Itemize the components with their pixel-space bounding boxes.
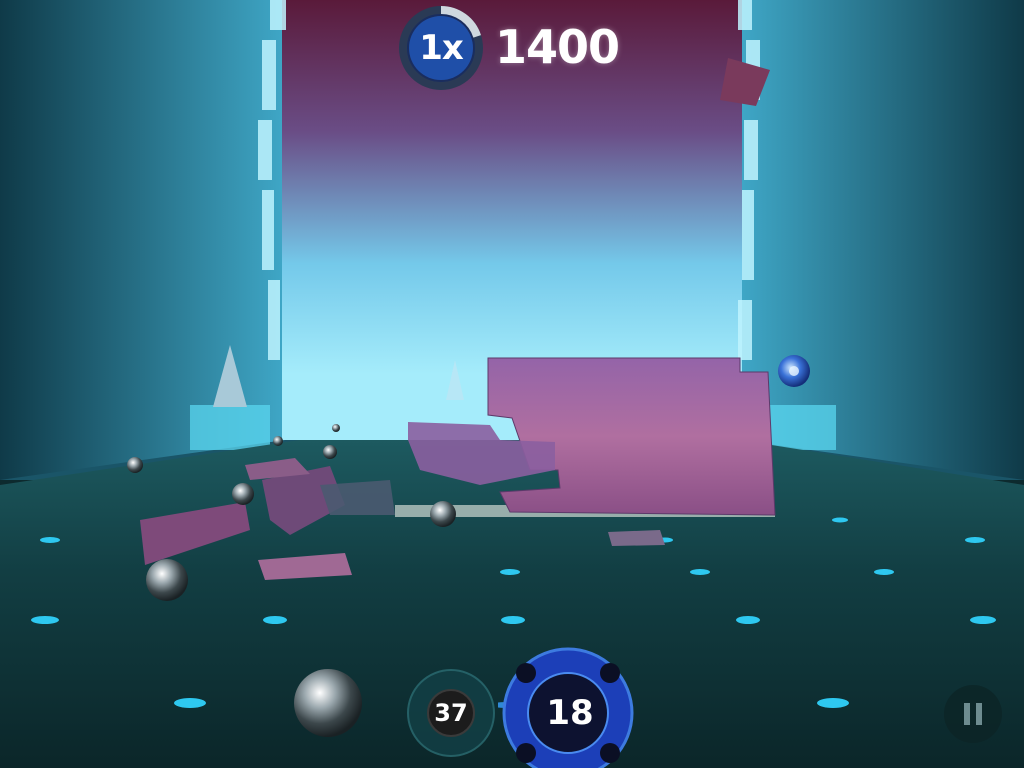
pause-icon[interactable] xyxy=(943,684,1003,744)
multiplier-badge: 1x xyxy=(397,4,485,92)
score-display: 1400 xyxy=(495,20,620,74)
chrome-ball-icon[interactable] xyxy=(292,667,364,739)
multiplier-label: 1x xyxy=(419,28,464,68)
main-ball-count: 18 xyxy=(546,693,594,733)
secondary-ball-count: 37 xyxy=(434,699,468,727)
